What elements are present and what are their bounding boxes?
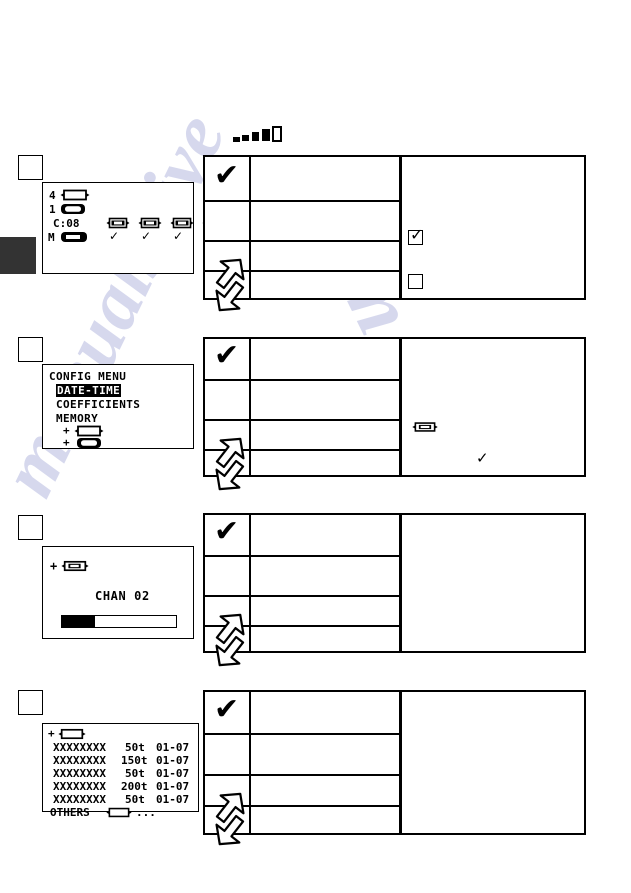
list-item-name: XXXXXXXX	[53, 754, 106, 767]
table4-row-divider-1	[205, 733, 399, 735]
list-item-name: XXXXXXXX	[53, 741, 106, 754]
list-footer-suffix: ...	[136, 806, 156, 819]
list-item-amount: 200t	[121, 780, 148, 793]
list-item-amount: 50t	[125, 793, 145, 806]
step-number-box-4	[18, 690, 43, 715]
list-footer-label: OTHERS	[50, 806, 90, 819]
cartridge-empty-icon	[106, 807, 132, 818]
list-item-amount: 150t	[121, 754, 148, 767]
result-panel-4	[400, 690, 586, 835]
lcd4-header-prefix: +	[48, 727, 55, 740]
lcd-screen-4: + XXXXXXXX 50t 01-07 XXXXXXXX 150t 01-07…	[42, 723, 199, 819]
cartridge-empty-icon	[58, 728, 86, 740]
list-item-amount: 50t	[125, 767, 145, 780]
list-item-amount: 50t	[125, 741, 145, 754]
list-item-name: XXXXXXXX	[53, 767, 106, 780]
instruction-block-4: + XXXXXXXX 50t 01-07 XXXXXXXX 150t 01-07…	[0, 0, 631, 893]
list-item-name: XXXXXXXX	[53, 793, 106, 806]
manual-page: manualshive com 4 1	[0, 0, 631, 893]
confirm-check-icon: ✔	[214, 692, 240, 727]
list-item-date: 01-07	[156, 754, 190, 767]
list-item-date: 01-07	[156, 780, 190, 793]
arrow-down-icon	[215, 814, 245, 846]
list-item-name: XXXXXXXX	[53, 780, 106, 793]
list-item-date: 01-07	[156, 741, 190, 754]
list-item-date: 01-07	[156, 767, 190, 780]
list-item-date: 01-07	[156, 793, 190, 806]
action-table-4: ✔	[203, 690, 401, 846]
